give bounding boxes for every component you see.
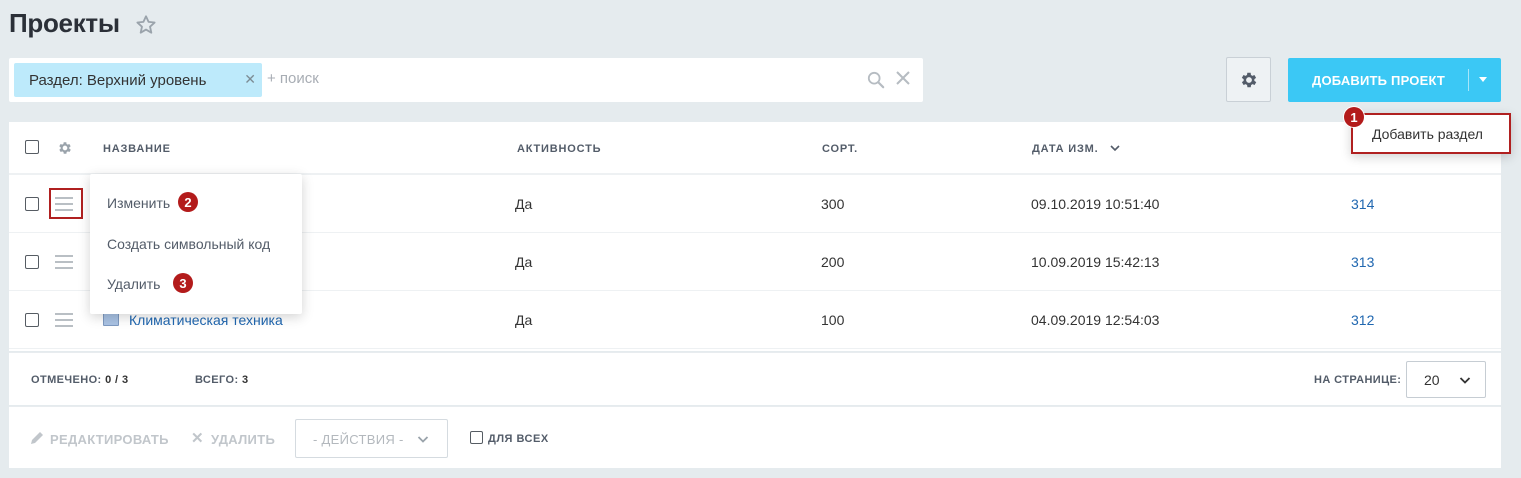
row-activity: Да — [515, 312, 533, 328]
column-header-activity[interactable]: АКТИВНОСТЬ — [517, 143, 601, 155]
actions-select[interactable]: - ДЕЙСТВИЯ - — [295, 419, 448, 458]
filter-chip[interactable]: Раздел: Верхний уровень ✕ — [14, 63, 262, 97]
close-icon[interactable] — [895, 70, 911, 86]
per-page-select[interactable]: 20 — [1406, 361, 1486, 398]
page-title: Проекты — [9, 8, 120, 38]
per-page-label: НА СТРАНИЦЕ: — [1314, 374, 1402, 386]
row-checkbox[interactable] — [25, 313, 39, 327]
select-all-checkbox[interactable] — [25, 140, 39, 154]
row-id-link[interactable]: 313 — [1351, 254, 1374, 270]
annotation-badge-1: 1 — [1344, 107, 1364, 127]
row-checkbox[interactable] — [25, 255, 39, 269]
row-sort: 100 — [821, 312, 845, 328]
filter-search-bar[interactable]: Раздел: Верхний уровень ✕ + поиск — [9, 58, 923, 102]
row-id-link[interactable]: 314 — [1351, 196, 1374, 212]
row-name-link[interactable]: Климатическая техника — [129, 312, 283, 328]
add-project-button[interactable]: ДОБАВИТЬ ПРОЕКТ — [1288, 58, 1501, 102]
folder-icon — [103, 313, 119, 326]
per-page-value: 20 — [1424, 372, 1440, 388]
row-id-link[interactable]: 312 — [1351, 312, 1374, 328]
row-date: 09.10.2019 10:51:40 — [1031, 196, 1160, 212]
burger-menu-icon[interactable] — [55, 313, 73, 327]
add-project-label: ДОБАВИТЬ ПРОЕКТ — [1312, 73, 1446, 88]
selected-counter: ОТМЕЧЕНО: 0 / 3 — [31, 374, 129, 386]
actions-select-value: - ДЕЙСТВИЯ - — [313, 432, 404, 447]
row-checkbox[interactable] — [25, 197, 39, 211]
menu-item-delete[interactable]: Удалить — [107, 276, 160, 292]
delete-x-icon: ✕ — [191, 430, 204, 447]
add-section-dropdown[interactable]: Добавить раздел — [1351, 113, 1511, 154]
row-activity: Да — [515, 196, 533, 212]
column-header-sort[interactable]: СОРТ. — [822, 143, 858, 155]
edit-action-button[interactable]: РЕДАКТИРОВАТЬ — [50, 432, 169, 447]
action-panel: РЕДАКТИРОВАТЬ ✕ УДАЛИТЬ - ДЕЙСТВИЯ - ДЛЯ… — [9, 406, 1501, 468]
for-all-checkbox[interactable] — [470, 431, 483, 444]
menu-item-add-section[interactable]: Добавить раздел — [1372, 126, 1483, 142]
row-sort: 300 — [821, 196, 845, 212]
annotation-frame — [49, 188, 83, 219]
sort-chevron-down-icon[interactable] — [1110, 143, 1120, 153]
chip-remove-icon[interactable]: ✕ — [244, 71, 256, 88]
star-icon[interactable] — [135, 14, 157, 36]
total-counter: ВСЕГО: 3 — [195, 374, 249, 386]
burger-menu-icon[interactable] — [55, 255, 73, 269]
filter-chip-label: Раздел: Верхний уровень — [29, 71, 207, 89]
column-header-name[interactable]: НАЗВАНИЕ — [103, 143, 171, 155]
chevron-down-icon[interactable] — [1479, 77, 1487, 82]
row-activity: Да — [515, 254, 533, 270]
delete-action-button[interactable]: УДАЛИТЬ — [211, 432, 275, 447]
chevron-down-icon — [417, 436, 429, 443]
for-all-label: ДЛЯ ВСЕХ — [488, 433, 549, 445]
grid-header: НАЗВАНИЕ АКТИВНОСТЬ СОРТ. ДАТА ИЗМ. — [9, 122, 1501, 175]
row-date: 10.09.2019 15:42:13 — [1031, 254, 1160, 270]
annotation-badge-2: 2 — [178, 192, 198, 212]
grid-footer: ОТМЕЧЕНО: 0 / 3 ВСЕГО: 3 НА СТРАНИЦЕ: 20 — [9, 352, 1501, 405]
menu-item-create-code[interactable]: Создать символьный код — [107, 236, 270, 252]
column-header-date[interactable]: ДАТА ИЗМ. — [1032, 143, 1098, 155]
search-input[interactable]: + поиск — [267, 70, 319, 87]
gear-icon[interactable] — [57, 140, 73, 156]
search-icon[interactable] — [867, 71, 885, 89]
split-divider — [1468, 69, 1469, 91]
row-sort: 200 — [821, 254, 845, 270]
row-date: 04.09.2019 12:54:03 — [1031, 312, 1160, 328]
menu-item-edit[interactable]: Изменить — [107, 195, 170, 211]
settings-button[interactable] — [1226, 57, 1271, 102]
gear-icon — [1241, 72, 1256, 87]
pencil-icon — [31, 432, 43, 444]
annotation-badge-3: 3 — [173, 273, 193, 293]
chevron-down-icon — [1459, 377, 1471, 384]
